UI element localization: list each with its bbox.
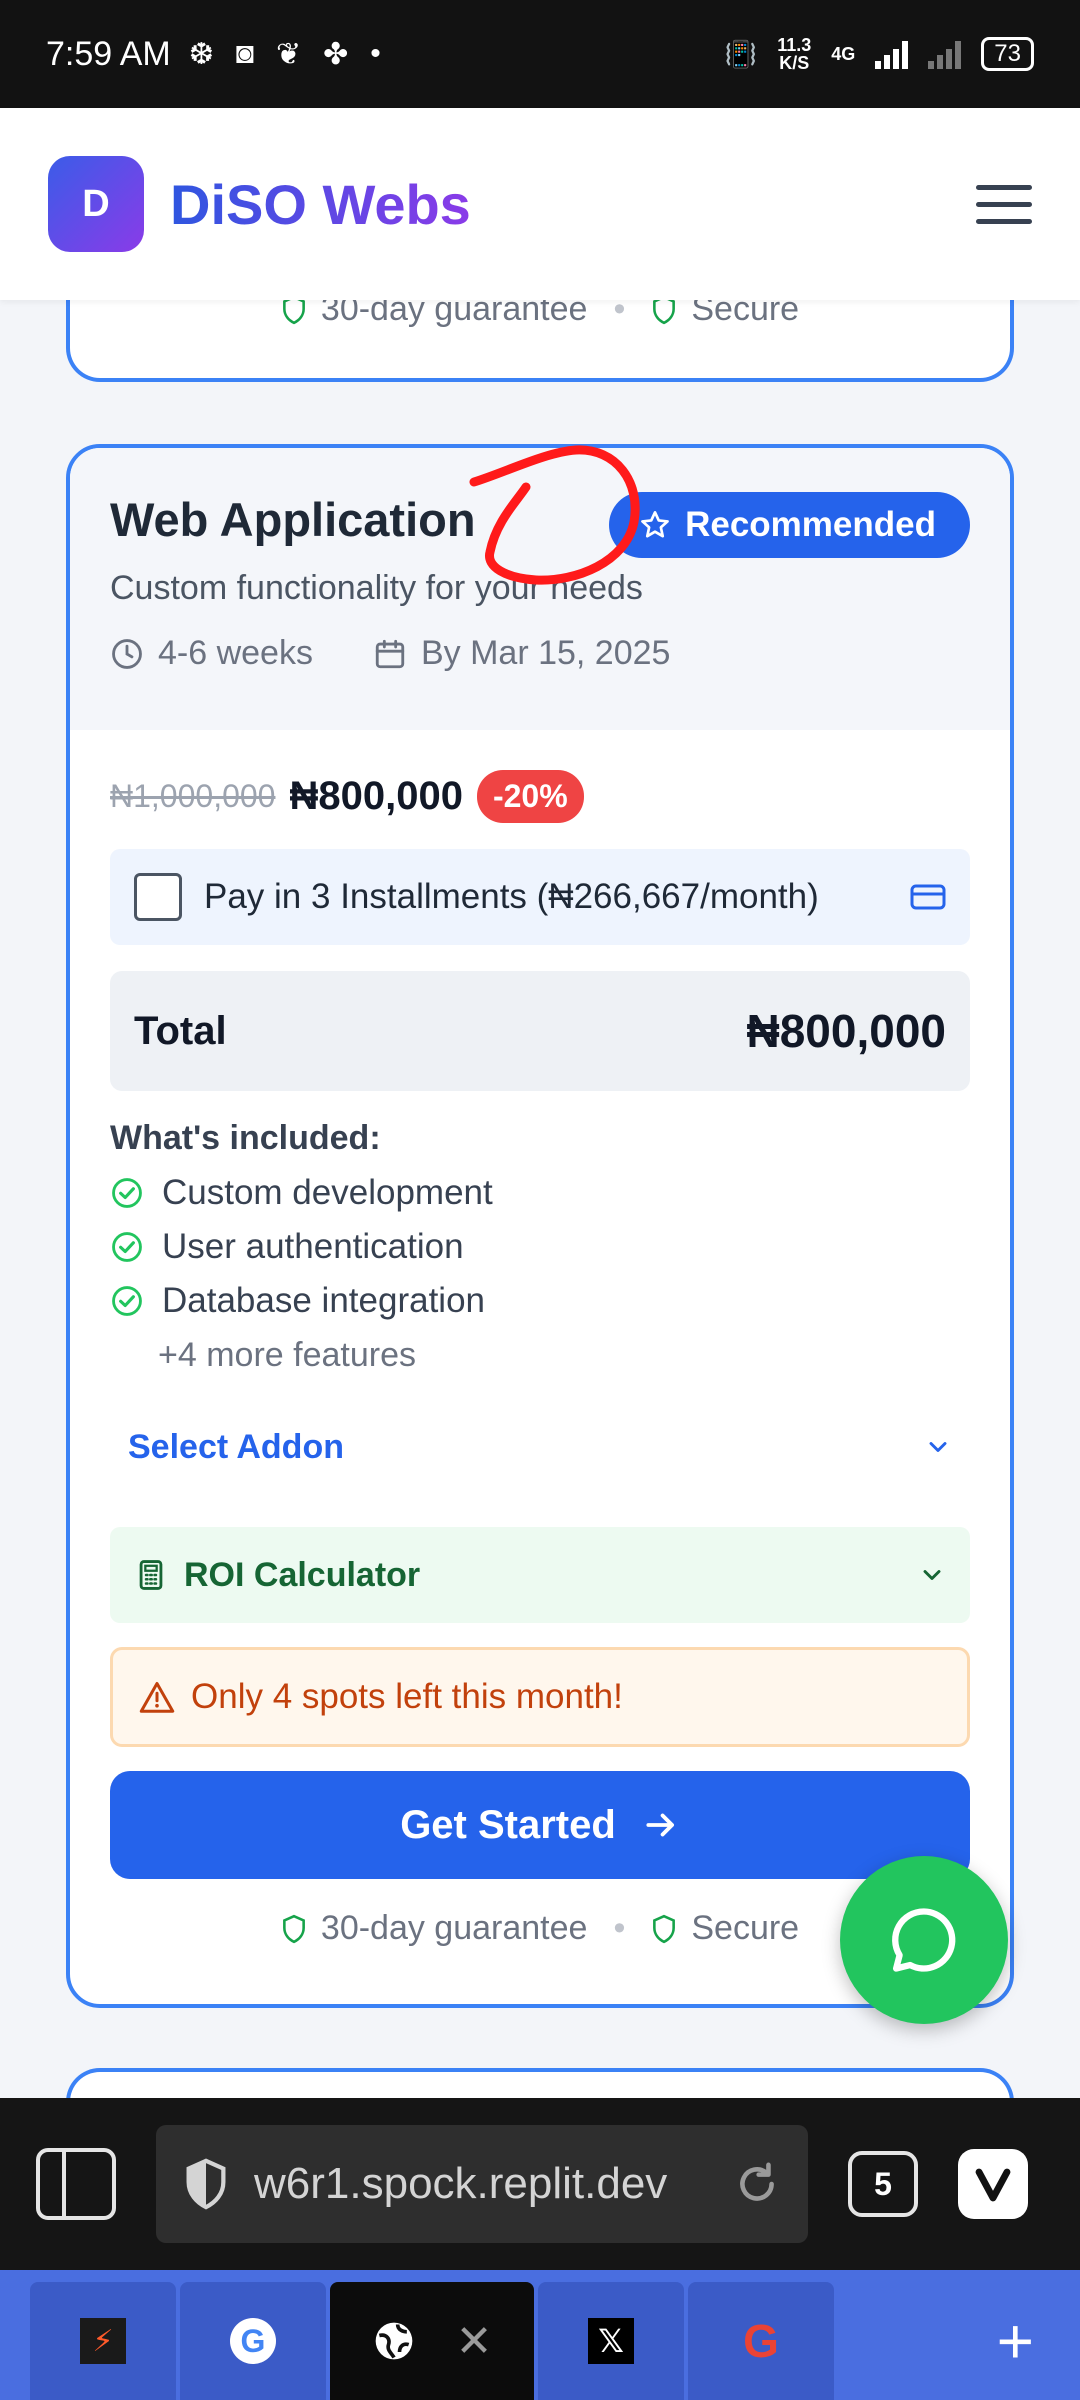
check-circle-icon xyxy=(112,1178,142,1208)
check-circle-icon xyxy=(112,1232,142,1262)
installments-label: Pay in 3 Installments (₦266,667/month) xyxy=(204,877,819,916)
more-features-link[interactable]: +4 more features xyxy=(110,1336,970,1375)
google-favicon-icon: G xyxy=(743,2315,779,2367)
new-price: ₦800,000 xyxy=(289,774,463,818)
installments-option[interactable]: Pay in 3 Installments (₦266,667/month) xyxy=(110,849,970,945)
chevron-down-icon xyxy=(929,1442,947,1452)
notification-icons: ❆ ◙ ❦ ✤ • xyxy=(189,37,381,72)
calendar-icon xyxy=(375,639,405,668)
network-type: 4G xyxy=(831,44,856,64)
delivery-date: By Mar 15, 2025 xyxy=(420,634,671,672)
roi-label: ROI Calculator xyxy=(184,1555,421,1594)
chevron-down-icon xyxy=(923,1570,941,1580)
menu-icon[interactable] xyxy=(976,184,1032,224)
brand-name[interactable]: DiSO Webs xyxy=(170,172,471,237)
shield-icon[interactable] xyxy=(182,2157,230,2211)
url-text: w6r1.spock.replit.dev xyxy=(254,2159,668,2208)
warning-icon xyxy=(139,1682,175,1713)
signal-icon xyxy=(875,39,909,69)
alert-text: Only 4 spots left this month! xyxy=(191,1677,623,1716)
feature-item: User authentication xyxy=(110,1227,970,1266)
battery-level: 73 xyxy=(994,40,1021,67)
tab-app[interactable]: ⚡ xyxy=(30,2282,176,2400)
screenshot-icon: ◙ xyxy=(235,37,255,70)
site-header: D DiSO Webs xyxy=(0,108,1080,300)
address-bar[interactable]: w6r1.spock.replit.dev xyxy=(156,2125,808,2243)
addon-label: Select Addon xyxy=(128,1427,344,1466)
badge-label: Recommended xyxy=(685,505,936,544)
old-price: ₦1,000,000 xyxy=(110,778,276,814)
close-tab-icon[interactable]: ✕ xyxy=(456,2316,493,2367)
total-row: Total ₦800,000 xyxy=(110,971,970,1091)
sidebar-panel-icon[interactable] xyxy=(36,2148,116,2220)
plan-card-web-application: Web Application Recommended Custom funct… xyxy=(66,444,1014,2008)
clock: 7:59 AM xyxy=(46,34,171,73)
shield-icon xyxy=(282,1914,305,1943)
shield-icon xyxy=(653,1914,676,1943)
feature-label: User authentication xyxy=(162,1227,464,1266)
tab-active-replit[interactable]: ✕ xyxy=(330,2282,534,2400)
browser-toolbar: w6r1.spock.replit.dev 5 xyxy=(0,2098,1080,2270)
clock-icon xyxy=(112,638,142,669)
logo[interactable]: D xyxy=(48,156,144,252)
roi-calculator-toggle[interactable]: ROI Calculator xyxy=(110,1527,970,1623)
more-notifications-icon: • xyxy=(370,37,381,70)
chat-bubble-icon xyxy=(892,1908,956,1972)
discount-badge: -20% xyxy=(476,770,584,823)
app-notification-icon: ❆ xyxy=(188,37,214,71)
leaf-icon: ❦ xyxy=(276,37,302,71)
feature-item: Custom development xyxy=(110,1173,970,1212)
tab-x[interactable]: 𝕏 xyxy=(538,2282,684,2400)
vibrate-icon: 📳 xyxy=(724,38,758,69)
x-favicon-icon: 𝕏 xyxy=(588,2318,634,2364)
reload-icon[interactable] xyxy=(732,2159,782,2209)
plan-meta: 4-6 weeks By Mar 15, 2025 xyxy=(110,634,970,673)
tab-count: 5 xyxy=(874,2165,892,2202)
tab-google-2[interactable]: G xyxy=(688,2282,834,2400)
check-circle-icon xyxy=(112,1286,142,1316)
logo-letter: D xyxy=(82,182,110,225)
tab-switcher-button[interactable]: 5 xyxy=(848,2151,918,2217)
new-tab-button[interactable]: + xyxy=(997,2282,1034,2400)
separator-dot: • xyxy=(613,1909,626,1947)
scarcity-alert: Only 4 spots left this month! xyxy=(110,1647,970,1747)
installments-checkbox[interactable] xyxy=(134,873,182,921)
feature-item: Database integration xyxy=(110,1281,970,1320)
app-icon: ✤ xyxy=(323,37,349,71)
price-row: ₦1,000,000 ₦800,000 -20% xyxy=(110,770,970,823)
guarantee-text: 30-day guarantee xyxy=(320,1909,588,1947)
tab-google[interactable]: G xyxy=(180,2282,326,2400)
battery-icon: 73 xyxy=(981,37,1034,71)
select-addon-dropdown[interactable]: Select Addon xyxy=(110,1419,970,1475)
google-favicon-icon: G xyxy=(230,2318,276,2364)
feature-label: Database integration xyxy=(162,1281,485,1320)
total-label: Total xyxy=(134,1008,227,1053)
network-speed: 11.3 K/S xyxy=(777,35,812,73)
app-favicon-icon: ⚡ xyxy=(80,2318,126,2364)
get-started-button[interactable]: Get Started xyxy=(110,1771,970,1879)
total-value: ₦800,000 xyxy=(746,1005,947,1057)
whatsapp-chat-button[interactable] xyxy=(840,1856,1008,2024)
cta-label: Get Started xyxy=(400,1802,616,1847)
duration: 4-6 weeks xyxy=(158,634,313,672)
credit-card-icon xyxy=(910,884,946,910)
browser-tab-strip: ⚡ G ✕ 𝕏 G + xyxy=(0,2270,1080,2400)
status-bar: 7:59 AM ❆ ◙ ❦ ✤ • 📳 11.3 K/S 4G 73 xyxy=(0,0,1080,108)
recommended-badge: Recommended xyxy=(609,492,970,558)
calculator-icon xyxy=(139,1560,163,1590)
globe-icon xyxy=(375,2322,412,2360)
signal-secondary-icon xyxy=(928,39,962,69)
secure-text: Secure xyxy=(691,1909,800,1947)
included-heading: What's included: xyxy=(110,1119,381,1157)
red-scribble-annotation xyxy=(469,445,640,585)
vivaldi-menu-icon[interactable] xyxy=(958,2149,1028,2219)
arrow-right-icon xyxy=(646,1813,674,1837)
feature-label: Custom development xyxy=(162,1173,493,1212)
